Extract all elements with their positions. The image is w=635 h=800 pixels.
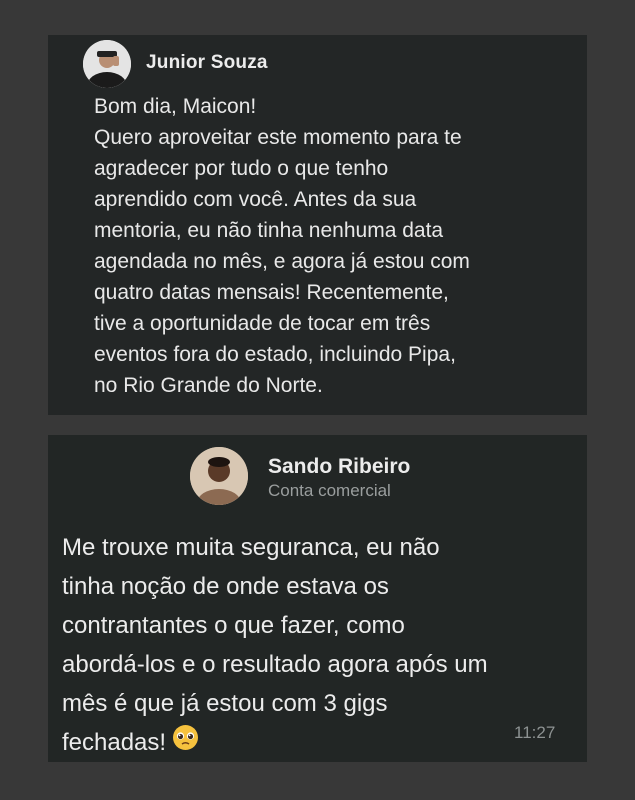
message-line: tive a oportunidade de tocar em três [94,312,431,335]
avatar-junior[interactable] [83,40,131,88]
message-line: abordá-los e o resultado agora após um [62,651,488,678]
message-line: fechadas! [62,729,167,756]
author-name-sando: Sando Ribeiro [268,455,411,478]
account-type-label: Conta comercial [268,481,391,500]
message-line: Me trouxe muita seguranca, eu não [62,534,440,561]
message-line: mês é que já estou com 3 gigs [62,690,388,717]
message-line: aprendido com você. Antes da sua [94,188,417,211]
message-line: agendada no mês, e agora já estou com [94,250,470,273]
message-line: Bom dia, Maicon! [94,95,257,118]
message-line: contrantantes o que fazer, como [62,612,405,639]
message-line: tinha noção de onde estava os [62,573,389,600]
message-text-sando: Me trouxe muita seguranca, eu não tinha … [62,528,582,763]
message-line: agradecer por tudo o que tenho [94,157,389,180]
message-line: no Rio Grande do Norte. [94,374,323,397]
pleading-face-icon [172,724,199,763]
message-line: mentoria, eu não tinha nenhuma data [94,219,444,242]
message-line-last: fechadas! [62,723,582,763]
author-name-junior: Junior Souza [146,52,268,73]
message-line: quatro datas mensais! Recentemente, [94,281,449,304]
message-line: eventos fora do estado, incluindo Pipa, [94,343,456,366]
message-text-junior: Bom dia, Maicon! Quero aproveitar este m… [94,91,574,401]
avatar-sando[interactable] [190,447,248,505]
message-line: Quero aproveitar este momento para te [94,126,462,149]
message-timestamp: 11:27 [514,723,556,742]
